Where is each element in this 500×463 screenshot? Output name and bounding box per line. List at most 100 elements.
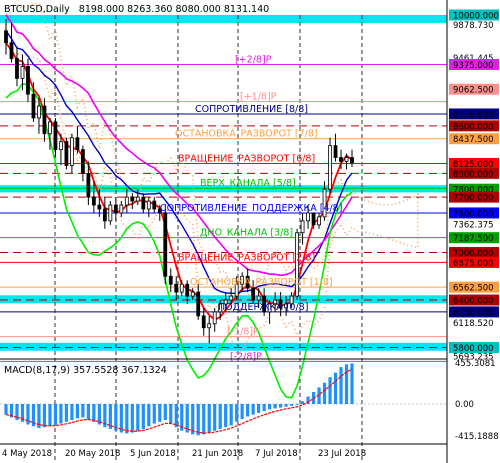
time-axis-label: 20 May 2018 xyxy=(65,449,120,459)
price-tag-text: 7500.000 xyxy=(453,209,494,219)
macd-bar xyxy=(59,404,63,424)
candle-body xyxy=(48,121,52,135)
candle-body xyxy=(42,105,47,135)
murrey-level-label: СОПРОТИВЛЕНИЕ [8/8] xyxy=(195,104,308,115)
macd-bar xyxy=(207,404,211,433)
macd-bar xyxy=(322,382,327,404)
price-tag-text: 6400.000 xyxy=(453,297,494,307)
murrey-level-label: ВРАЩЕНИЕ_РАЗВОРОТ [6/8] xyxy=(178,153,315,164)
macd-bar xyxy=(64,404,69,422)
macd-bar xyxy=(218,404,222,429)
macd-bar xyxy=(300,401,305,404)
candle-body xyxy=(339,157,343,162)
price-tag-text: 9878.730 xyxy=(453,21,494,31)
murrey-level-label: ОСТАНОВКА_РАЗВОРОТ [1/8] xyxy=(190,277,333,288)
macd-bar xyxy=(213,404,217,431)
macd-bar xyxy=(42,404,47,428)
macd-bar xyxy=(262,404,266,412)
murrey-level-label: СОПРОТИВЛЕНИЕ_ПОДДЕРЖКА [4/8] xyxy=(160,203,342,214)
macd-bar xyxy=(92,404,96,422)
price-tag-text: 7362.375 xyxy=(453,220,494,230)
candle-body xyxy=(163,212,168,277)
candle-body xyxy=(75,137,80,151)
macd-bar xyxy=(268,404,272,410)
candle-body xyxy=(344,157,349,162)
candle xyxy=(163,205,168,285)
candle-body xyxy=(141,196,146,210)
candle-body xyxy=(53,121,58,151)
macd-scale-label: 0.00 xyxy=(455,400,474,410)
price-tag-text: 8000.000 xyxy=(453,170,494,180)
candle-body xyxy=(185,283,190,297)
time-axis-label: 21 Jun 2018 xyxy=(192,449,243,459)
macd-bar xyxy=(174,404,178,428)
cyan-band xyxy=(0,15,447,23)
macd-bar xyxy=(169,404,173,424)
macd-bar xyxy=(333,372,338,404)
trading-chart[interactable]: [+2/8]P [+1/8]PСОПРОТИВЛЕНИЕ [8/8] ОСТАНОВ… xyxy=(0,0,500,463)
candle-body xyxy=(229,295,234,301)
candle-body xyxy=(4,30,8,44)
macd-bar xyxy=(339,367,343,404)
price-tag-text: 6875.000 xyxy=(453,259,494,269)
candle-body xyxy=(190,291,195,297)
candle-body xyxy=(146,200,151,210)
macd-bar xyxy=(289,404,294,406)
macd-bar xyxy=(273,404,277,409)
candle-body xyxy=(37,105,41,119)
candle-body xyxy=(174,283,179,293)
candle xyxy=(108,201,113,225)
candle xyxy=(295,228,299,301)
header-ohlc: 8198.000 8263.360 8080.000 8131.140 xyxy=(79,4,269,15)
macd-bar xyxy=(70,404,74,421)
price-tag-text: 6562.500 xyxy=(453,284,494,294)
candle-body xyxy=(135,196,140,202)
macd-bar xyxy=(257,404,261,413)
macd-bar xyxy=(53,404,58,426)
price-tag-text: 7700.000 xyxy=(453,194,494,204)
murrey-level-label: ОСТАНОВКА_РАЗВОРОТ [7/8] xyxy=(175,129,318,140)
murrey-level-label: ПОДДЕРЖКА [0/8] xyxy=(218,302,308,313)
murrey-level-label: ВЕРХ_КАНАЛА [5/8] xyxy=(200,178,296,189)
macd-bar xyxy=(328,377,332,404)
header-symbol: BTCUSD,Daily xyxy=(4,4,70,15)
macd-bar xyxy=(344,364,349,404)
candle-body xyxy=(124,196,129,206)
macd-bar xyxy=(196,404,200,436)
candle-body xyxy=(59,141,63,151)
macd-scale-label: 455.3081 xyxy=(455,359,496,369)
candle-body xyxy=(306,212,310,222)
macd-bar xyxy=(136,404,140,431)
candle-body xyxy=(130,196,135,202)
candle-body xyxy=(80,149,85,174)
candle-body xyxy=(300,220,305,234)
macd-label: MACD(8,17,9) 357.5528 367.1324 xyxy=(4,365,167,376)
price-tag-text: 8600.000 xyxy=(453,122,494,132)
macd-bar xyxy=(246,404,250,417)
macd-bar xyxy=(4,404,8,415)
time-axis-label: 7 Jul 2018 xyxy=(255,449,298,459)
price-tag-text: 8437.500 xyxy=(453,135,494,145)
candle-body xyxy=(26,66,30,95)
candle xyxy=(328,137,332,194)
candle-body xyxy=(15,58,19,79)
candle-body xyxy=(179,283,184,293)
candle-body xyxy=(64,141,69,166)
candle-body xyxy=(113,204,118,214)
chart-header: BTCUSD,Daily 8198.000 8263.360 8080.000 … xyxy=(4,4,269,15)
macd-bar xyxy=(152,404,156,424)
time-axis-label: 4 May 2018 xyxy=(2,449,52,459)
price-tag-text: 6250.000 xyxy=(453,308,494,318)
murrey-level-label: [-1/8]P xyxy=(227,327,259,338)
macd-bar xyxy=(75,404,79,419)
murrey-level-label: [+1/8]P xyxy=(240,92,277,103)
macd-bar xyxy=(158,404,162,422)
candle-body xyxy=(31,93,36,119)
murrey-level-label: [+2/8]P xyxy=(235,54,272,65)
candle-body xyxy=(168,275,173,285)
macd-bar xyxy=(224,404,228,428)
price-tag-text: 7187.500 xyxy=(453,234,494,244)
candle-body xyxy=(86,172,91,198)
macd-bar xyxy=(284,404,288,407)
time-axis-label: 23 Jul 2018 xyxy=(318,449,366,459)
